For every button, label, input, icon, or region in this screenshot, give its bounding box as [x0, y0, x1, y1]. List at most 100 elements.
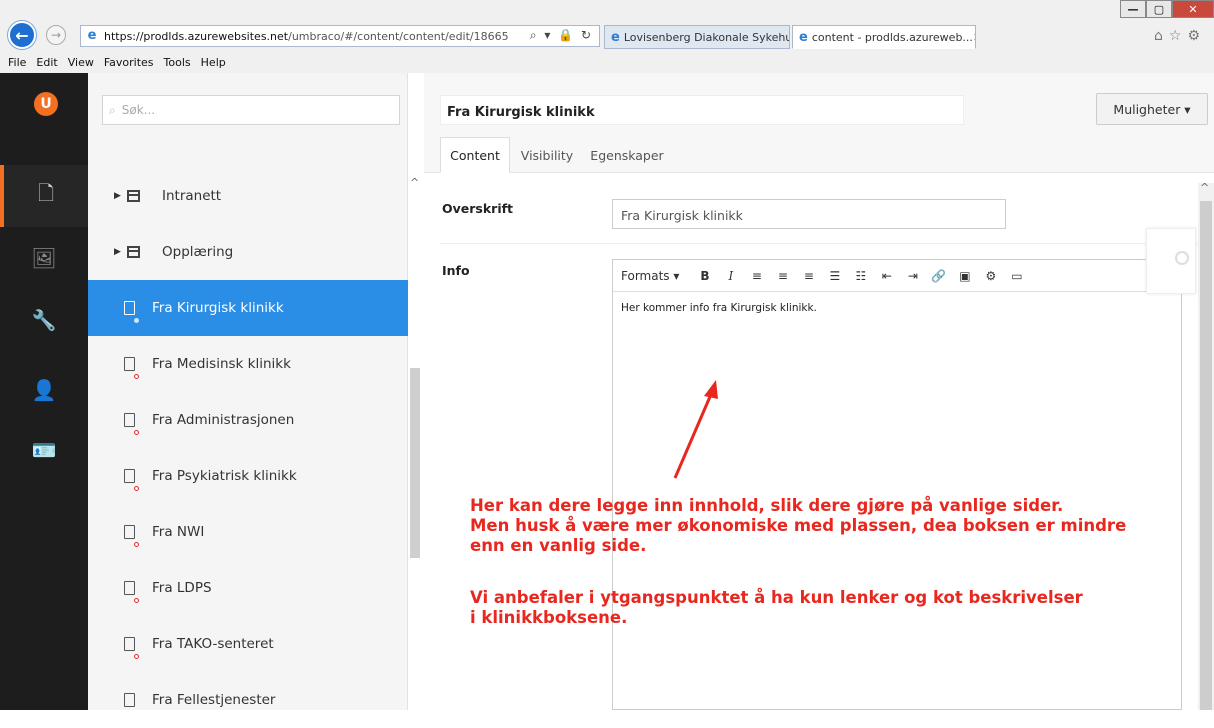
status-dot	[134, 654, 139, 659]
document-icon	[124, 525, 135, 539]
browser-tab-content[interactable]: e content - prodlds.azureweb... ✕	[792, 25, 976, 49]
overskrift-input[interactable]: Fra Kirurgisk klinikk	[612, 199, 1006, 229]
macro-button[interactable]: ⚙	[981, 269, 1000, 283]
menu-tools[interactable]: Tools	[164, 56, 191, 69]
info-label: Info	[442, 263, 470, 278]
link-button[interactable]: 🔗	[929, 269, 948, 283]
tree-item-psykiatrisk[interactable]: Fra Psykiatrisk klinikk	[88, 448, 408, 504]
align-left-button[interactable]: ≡	[747, 269, 766, 283]
menu-favorites[interactable]: Favorites	[104, 56, 154, 69]
menu-edit[interactable]: Edit	[36, 56, 57, 69]
floating-widget[interactable]	[1146, 228, 1196, 294]
numbered-list-button[interactable]: ☷	[851, 269, 870, 283]
settings-wrench-icon: 🔧	[31, 308, 57, 332]
document-icon	[124, 693, 135, 707]
status-dot	[134, 486, 139, 491]
address-tools[interactable]: ⌕ ▾ 🔒 ↻	[530, 28, 593, 43]
indent-button[interactable]: ⇥	[903, 269, 922, 283]
bullet-list-button[interactable]: ☰	[825, 269, 844, 283]
rte-body-text[interactable]: Her kommer info fra Kirurgisk klinikk.	[621, 302, 817, 314]
section-members[interactable]: 🪪	[0, 419, 88, 481]
ie-icon: e	[611, 29, 620, 45]
menu-bar: File Edit View Favorites Tools Help	[0, 52, 1214, 72]
scroll-up-icon[interactable]: ^	[1200, 181, 1209, 194]
folder-icon	[127, 246, 140, 258]
tree-item-ldps[interactable]: Fra LDPS	[88, 560, 408, 616]
tree-item-label: Fra Administrasjonen	[152, 412, 295, 428]
tree-scrollbar[interactable]	[410, 368, 420, 558]
status-dot	[134, 542, 139, 547]
folder-icon	[127, 190, 140, 202]
address-bar[interactable]: e https://prodlds.azurewebsites.net /umb…	[80, 25, 600, 47]
embed-button[interactable]: ▭	[1007, 269, 1026, 283]
italic-button[interactable]: I	[721, 269, 740, 283]
section-users[interactable]: 👤	[0, 359, 88, 421]
arrow-left-icon: ←	[15, 25, 29, 45]
back-button[interactable]: ←	[8, 21, 36, 49]
tree-item-fellestjenester[interactable]: Fra Fellestjenester	[88, 672, 408, 728]
tree-item-label: Intranett	[162, 188, 222, 204]
status-dot	[134, 374, 139, 379]
image-button[interactable]: ▣	[955, 269, 974, 283]
home-icon[interactable]: ⌂	[1154, 28, 1169, 44]
tree-item-medisinsk[interactable]: Fra Medisinsk klinikk	[88, 336, 408, 392]
arrow-right-icon: →	[50, 28, 62, 42]
tab-label: content - prodlds.azureweb...	[811, 30, 973, 44]
browser-tab-lovisenberg[interactable]: e Lovisenberg Diakonale Sykehus	[604, 25, 790, 49]
editor-header: Fra Kirurgisk klinikk Muligheter ▾ Conte…	[424, 73, 1214, 173]
outdent-button[interactable]: ⇤	[877, 269, 896, 283]
tree-search-input[interactable]: ⌕ Søk...	[102, 95, 400, 125]
annotation-line-2: Men husk å være mer økonomiske med plass…	[470, 516, 1127, 535]
tree-item-tako[interactable]: Fra TAKO-senteret	[88, 616, 408, 672]
section-content[interactable]: 🗋	[0, 165, 88, 227]
align-right-button[interactable]: ≡	[799, 269, 818, 283]
tree-item-administrasjonen[interactable]: Fra Administrasjonen	[88, 392, 408, 448]
umbraco-logo[interactable]: U	[34, 92, 58, 116]
minimize-button[interactable]: —	[1120, 0, 1146, 18]
browser-titlebar: ← → e https://prodlds.azurewebsites.net …	[0, 0, 1214, 50]
annotation-line-4: Vi anbefaler i ytgangspunktet å ha kun l…	[470, 588, 1083, 607]
document-icon	[124, 469, 135, 483]
tree-item-label: Fra TAKO-senteret	[152, 636, 274, 652]
bold-button[interactable]: B	[695, 269, 714, 283]
document-icon	[124, 357, 135, 371]
tab-visibility[interactable]: Visibility	[518, 137, 576, 173]
section-bar: U 🗋 🖼 🔧 👤 🪪	[0, 73, 88, 710]
section-settings[interactable]: 🔧	[0, 289, 88, 351]
close-window-button[interactable]: ✕	[1172, 0, 1214, 18]
tree-item-kirurgisk[interactable]: Fra Kirurgisk klinikk	[88, 280, 408, 336]
formats-dropdown[interactable]: Formats ▾	[621, 269, 679, 283]
node-name-input[interactable]: Fra Kirurgisk klinikk	[440, 95, 964, 125]
overskrift-label: Overskrift	[442, 201, 514, 216]
members-icon: 🪪	[31, 438, 57, 462]
tree-item-label: Fra Fellestjenester	[152, 692, 276, 708]
ie-icon: e	[799, 29, 808, 45]
forward-button[interactable]: →	[46, 25, 66, 45]
tree-item-intranett[interactable]: ▶ Intranett	[88, 168, 408, 224]
menu-file[interactable]: File	[8, 56, 26, 69]
menu-view[interactable]: View	[68, 56, 94, 69]
rich-text-editor[interactable]: Formats ▾ B I ≡ ≡ ≡ ☰ ☷ ⇤ ⇥ 🔗 ▣ ⚙ ▭ Her …	[612, 259, 1182, 710]
gear-icon[interactable]: ⚙	[1187, 28, 1206, 44]
scroll-up-icon[interactable]: ^	[410, 176, 419, 189]
section-media[interactable]: 🖼	[0, 227, 88, 289]
tree-item-label: Fra NWI	[152, 524, 205, 540]
maximize-button[interactable]: ▢	[1146, 0, 1172, 18]
expand-caret-icon[interactable]: ▶	[114, 247, 121, 257]
users-icon: 👤	[31, 378, 57, 402]
tab-content[interactable]: Content	[440, 137, 510, 173]
search-placeholder: Søk...	[121, 103, 156, 117]
options-button[interactable]: Muligheter ▾	[1096, 93, 1208, 125]
tree-item-nwi[interactable]: Fra NWI	[88, 504, 408, 560]
align-center-button[interactable]: ≡	[773, 269, 792, 283]
favorites-star-icon[interactable]: ☆	[1169, 28, 1188, 44]
editor-scrollbar-thumb[interactable]	[1200, 201, 1212, 710]
expand-caret-icon[interactable]: ▶	[114, 191, 121, 201]
tree-item-opplaering[interactable]: ▶ Opplæring	[88, 224, 408, 280]
menu-help[interactable]: Help	[201, 56, 226, 69]
tab-close-icon[interactable]: ✕	[973, 31, 975, 44]
document-icon	[124, 413, 135, 427]
tree-item-label: Fra Medisinsk klinikk	[152, 356, 291, 372]
tab-egenskaper[interactable]: Egenskaper	[588, 137, 666, 173]
ie-icon: e	[87, 28, 97, 43]
